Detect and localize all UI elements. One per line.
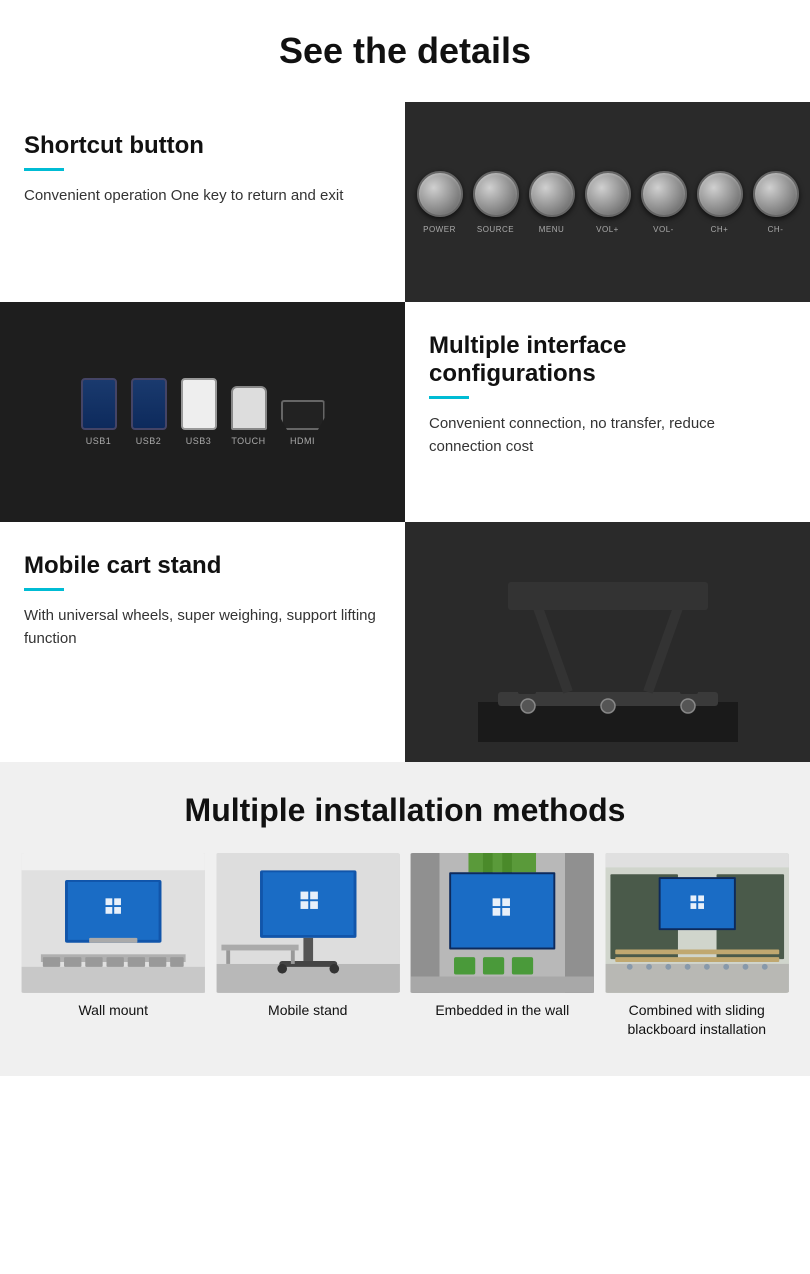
usb1-port xyxy=(81,378,117,430)
label-menu: MENU xyxy=(529,225,575,234)
usb1-label: USB1 xyxy=(86,436,112,446)
installation-title: Multiple installation methods xyxy=(20,792,790,829)
label-volplus: VOL+ xyxy=(585,225,631,234)
install-methods-grid: Wall mount xyxy=(20,853,790,1040)
usb1-item: USB1 xyxy=(81,378,117,446)
usb2-port xyxy=(131,378,167,430)
install-item-blackboard: Combined with sliding blackboard install… xyxy=(604,853,791,1040)
label-power: POWER xyxy=(417,225,463,234)
shortcut-description: Convenient operation One key to return a… xyxy=(24,185,381,208)
wall-mount-image xyxy=(20,853,207,993)
interface-text-panel: Multiple interface configurations Conven… xyxy=(405,302,810,522)
ch-plus-button xyxy=(697,171,743,217)
ch-minus-button xyxy=(753,171,799,217)
install-item-wall-mount: Wall mount xyxy=(20,853,207,1040)
power-button xyxy=(417,171,463,217)
usb3-label: USB3 xyxy=(186,436,212,446)
hdmi-item: HDMI xyxy=(281,400,325,446)
install-item-embedded: Embedded in the wall xyxy=(409,853,596,1040)
page-title: See the details xyxy=(20,30,790,72)
blackboard-svg xyxy=(604,853,791,993)
shortcut-accent xyxy=(24,168,64,171)
usb3-item: USB3 xyxy=(181,378,217,446)
touch-item: TOUCH xyxy=(231,386,267,446)
embedded-svg xyxy=(409,853,596,993)
blackboard-image xyxy=(604,853,791,993)
menu-button xyxy=(529,171,575,217)
page-header: See the details xyxy=(0,0,810,92)
shortcut-text-panel: Shortcut button Convenient operation One… xyxy=(0,102,405,302)
cart-description: With universal wheels, super weighing, s… xyxy=(24,605,381,650)
details-section: Shortcut button Convenient operation One… xyxy=(0,102,810,762)
interface-description: Convenient connection, no transfer, redu… xyxy=(429,413,786,458)
label-volminus: VOL- xyxy=(641,225,687,234)
embedded-image xyxy=(409,853,596,993)
wall-mount-label: Wall mount xyxy=(78,1001,148,1021)
hdmi-label: HDMI xyxy=(290,436,315,446)
label-chminus: CH- xyxy=(753,225,799,234)
install-item-mobile-stand: Mobile stand xyxy=(215,853,402,1040)
mobile-stand-image xyxy=(215,853,402,993)
cart-title: Mobile cart stand xyxy=(24,552,381,580)
hdmi-port xyxy=(281,400,325,430)
touch-label: TOUCH xyxy=(231,436,265,446)
mobile-stand-label: Mobile stand xyxy=(268,1001,347,1021)
cart-accent xyxy=(24,588,64,591)
usb2-item: USB2 xyxy=(131,378,167,446)
usb2-label: USB2 xyxy=(136,436,162,446)
label-source: SOURCE xyxy=(473,225,519,234)
installation-section: Multiple installation methods xyxy=(0,762,810,1076)
label-chplus: CH+ xyxy=(697,225,743,234)
interface-title: Multiple interface configurations xyxy=(429,332,786,388)
ports-row: USB1 USB2 USB3 TOUCH HDMI xyxy=(81,378,325,446)
cart-image-panel xyxy=(405,522,810,762)
vol-plus-button xyxy=(585,171,631,217)
cart-text-panel: Mobile cart stand With universal wheels,… xyxy=(0,522,405,762)
mobile-stand-svg xyxy=(215,853,402,993)
usb-image-panel: USB1 USB2 USB3 TOUCH HDMI xyxy=(0,302,405,522)
cart-svg xyxy=(478,542,738,742)
embedded-label: Embedded in the wall xyxy=(435,1001,569,1021)
usb3-port xyxy=(181,378,217,430)
vol-minus-button xyxy=(641,171,687,217)
hardware-buttons-row xyxy=(417,171,799,217)
blackboard-label: Combined with sliding blackboard install… xyxy=(604,1001,791,1040)
source-button xyxy=(473,171,519,217)
shortcut-title: Shortcut button xyxy=(24,132,381,160)
button-labels: POWER SOURCE MENU VOL+ VOL- CH+ CH- xyxy=(417,225,799,234)
interface-accent xyxy=(429,396,469,399)
wall-mount-svg xyxy=(20,853,207,993)
touch-port xyxy=(231,386,267,430)
shortcut-image-panel: POWER SOURCE MENU VOL+ VOL- CH+ CH- xyxy=(405,102,810,302)
